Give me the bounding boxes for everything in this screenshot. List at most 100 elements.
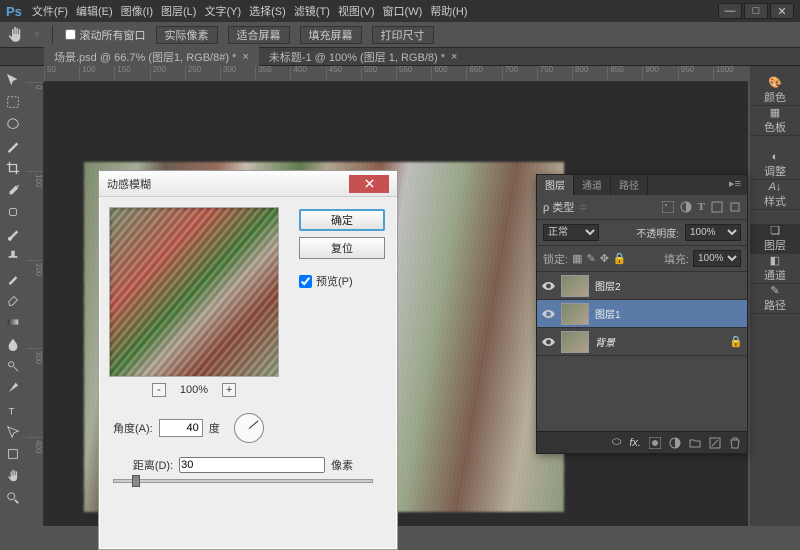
group-icon[interactable]	[689, 437, 701, 449]
panel-menu-icon[interactable]: ▸≡	[723, 175, 747, 195]
path-tool[interactable]	[2, 422, 24, 442]
history-brush-tool[interactable]	[2, 268, 24, 288]
close-icon[interactable]: ×	[451, 51, 457, 63]
kind-dropdown[interactable]: ≑	[578, 201, 587, 214]
maximize-button[interactable]: □	[744, 3, 768, 19]
eyedropper-tool[interactable]	[2, 180, 24, 200]
menu-file[interactable]: 文件(F)	[32, 3, 68, 19]
tools-panel: T	[0, 66, 26, 526]
adjustment-icon[interactable]	[669, 437, 681, 449]
gradient-tool[interactable]	[2, 312, 24, 332]
menu-view[interactable]: 视图(V)	[338, 3, 375, 19]
blur-tool[interactable]	[2, 334, 24, 354]
panel-styles[interactable]: A↓样式	[750, 180, 800, 210]
filter-adjust-icon[interactable]	[680, 201, 692, 213]
tab-layers[interactable]: 图层	[537, 175, 574, 195]
tab-paths[interactable]: 路径	[611, 175, 648, 195]
layer-thumbnail[interactable]	[561, 275, 589, 297]
dialog-close-button[interactable]	[349, 175, 389, 193]
panel-adjustments[interactable]: ◐调整	[750, 150, 800, 180]
document-tab-1[interactable]: 场景.psd @ 66.7% (图层1, RGB/8#) *×	[44, 47, 259, 67]
close-icon[interactable]: ×	[242, 51, 248, 63]
zoom-out-button[interactable]: -	[152, 383, 166, 397]
layer-thumbnail[interactable]	[561, 331, 589, 353]
distance-slider[interactable]	[113, 479, 373, 483]
document-tab-2[interactable]: 未标题-1 @ 100% (图层 1, RGB/8) *×	[259, 47, 468, 67]
dodge-tool[interactable]	[2, 356, 24, 376]
opacity-select[interactable]: 100%	[685, 224, 741, 241]
new-layer-icon[interactable]	[709, 437, 721, 449]
panel-paths[interactable]: ✎路径	[750, 284, 800, 314]
fx-icon[interactable]: fx.	[629, 437, 641, 449]
menu-image[interactable]: 图像(I)	[121, 3, 153, 19]
distance-input[interactable]	[179, 457, 325, 473]
menu-layer[interactable]: 图层(L)	[161, 3, 196, 19]
minimize-button[interactable]: —	[718, 3, 742, 19]
filter-image-icon[interactable]	[662, 201, 674, 213]
filter-shape-icon[interactable]	[711, 201, 723, 213]
lock-all-icon[interactable]: 🔒	[613, 252, 627, 265]
dialog-titlebar[interactable]: 动感模糊	[99, 171, 397, 197]
type-tool[interactable]: T	[2, 400, 24, 420]
menu-help[interactable]: 帮助(H)	[430, 3, 467, 19]
shape-tool[interactable]	[2, 444, 24, 464]
mask-icon[interactable]	[649, 437, 661, 449]
lock-move-icon[interactable]: ✥	[600, 252, 609, 265]
lock-paint-icon[interactable]: ✎	[586, 252, 595, 265]
layer-thumbnail[interactable]	[561, 303, 589, 325]
fit-screen-button[interactable]: 适合屏幕	[228, 26, 290, 44]
fill-select[interactable]: 100%	[693, 250, 741, 267]
link-icon[interactable]: ⬭	[612, 436, 621, 449]
ok-button[interactable]: 确定	[299, 209, 385, 231]
preview-thumbnail[interactable]	[109, 207, 279, 377]
visibility-icon[interactable]	[541, 307, 555, 321]
visibility-icon[interactable]	[541, 335, 555, 349]
layer-item[interactable]: 图层2	[537, 272, 747, 300]
crop-tool[interactable]	[2, 158, 24, 178]
lasso-tool[interactable]	[2, 114, 24, 134]
close-button[interactable]: ✕	[770, 3, 794, 19]
layers-panel: 图层 通道 路径 ▸≡ ρ 类型 ≑ T 正常 不透明度: 100% 锁定: ▦	[536, 174, 748, 454]
brush-tool[interactable]	[2, 224, 24, 244]
menu-select[interactable]: 选择(S)	[249, 3, 286, 19]
dropdown-icon[interactable]: ▾	[34, 28, 40, 41]
svg-text:T: T	[9, 406, 15, 417]
visibility-icon[interactable]	[541, 279, 555, 293]
menu-filter[interactable]: 滤镜(T)	[294, 3, 330, 19]
menu-edit[interactable]: 编辑(E)	[76, 3, 113, 19]
wand-tool[interactable]	[2, 136, 24, 156]
actual-pixels-button[interactable]: 实际像素	[156, 26, 218, 44]
angle-input[interactable]	[159, 419, 203, 437]
zoom-in-button[interactable]: +	[222, 383, 236, 397]
blend-mode-select[interactable]: 正常	[543, 224, 599, 241]
eraser-tool[interactable]	[2, 290, 24, 310]
print-size-button[interactable]: 打印尺寸	[372, 26, 434, 44]
layer-item[interactable]: 背景 🔒	[537, 328, 747, 356]
panel-color[interactable]: 🎨颜色	[750, 76, 800, 106]
lock-icon: 🔒	[729, 335, 743, 348]
zoom-tool[interactable]	[2, 488, 24, 508]
layer-item[interactable]: 图层1	[537, 300, 747, 328]
filter-type-icon[interactable]: T	[698, 201, 705, 213]
trash-icon[interactable]	[729, 437, 741, 449]
slider-thumb[interactable]	[132, 475, 140, 487]
menu-window[interactable]: 窗口(W)	[383, 3, 423, 19]
angle-wheel[interactable]	[234, 413, 264, 443]
reset-button[interactable]: 复位	[299, 237, 385, 259]
filter-smart-icon[interactable]	[729, 201, 741, 213]
hand-tool[interactable]	[2, 466, 24, 486]
tab-channels[interactable]: 通道	[574, 175, 611, 195]
panel-swatches[interactable]: ▦色板	[750, 106, 800, 136]
marquee-tool[interactable]	[2, 92, 24, 112]
fill-screen-button[interactable]: 填充屏幕	[300, 26, 362, 44]
menu-type[interactable]: 文字(Y)	[204, 3, 241, 19]
move-tool[interactable]	[2, 70, 24, 90]
healing-tool[interactable]	[2, 202, 24, 222]
stamp-tool[interactable]	[2, 246, 24, 266]
lock-transparent-icon[interactable]: ▦	[572, 252, 582, 265]
panel-layers[interactable]: ❏图层	[750, 224, 800, 254]
preview-checkbox[interactable]: 预览(P)	[299, 273, 385, 289]
panel-channels[interactable]: ◧通道	[750, 254, 800, 284]
pen-tool[interactable]	[2, 378, 24, 398]
scroll-all-checkbox[interactable]: 滚动所有窗口	[65, 27, 146, 43]
